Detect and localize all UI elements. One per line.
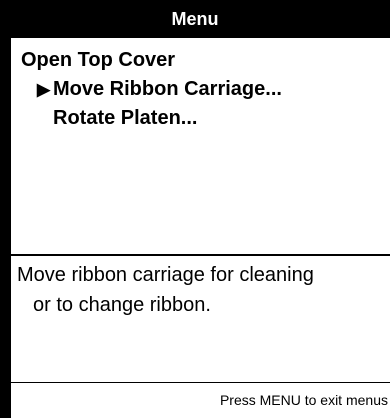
description-line: or to change ribbon.: [33, 294, 211, 316]
footer-hint: Press MENU to exit menus: [11, 383, 390, 418]
menu-item-label: Rotate Platen...: [53, 107, 198, 129]
menu-list: Open Top Cover ▶ Move Ribbon Carriage... …: [11, 38, 390, 256]
menu-item-label: Open Top Cover: [21, 49, 176, 71]
menu-title: Menu: [0, 0, 390, 38]
printer-menu-screen: Menu Open Top Cover ▶ Move Ribbon Carriag…: [0, 0, 390, 418]
menu-item-move-ribbon-carriage[interactable]: ▶ Move Ribbon Carriage...: [37, 77, 282, 102]
menu-item-label: Move Ribbon Carriage...: [53, 78, 282, 100]
menu-item-rotate-platen[interactable]: Rotate Platen...: [53, 106, 197, 130]
menu-item-open-top-cover[interactable]: Open Top Cover: [21, 48, 175, 72]
description-panel: Move ribbon carriage for cleaning or to …: [11, 256, 390, 383]
selection-arrow-icon: ▶: [37, 80, 51, 99]
description-line: Move ribbon carriage for cleaning: [17, 264, 314, 286]
